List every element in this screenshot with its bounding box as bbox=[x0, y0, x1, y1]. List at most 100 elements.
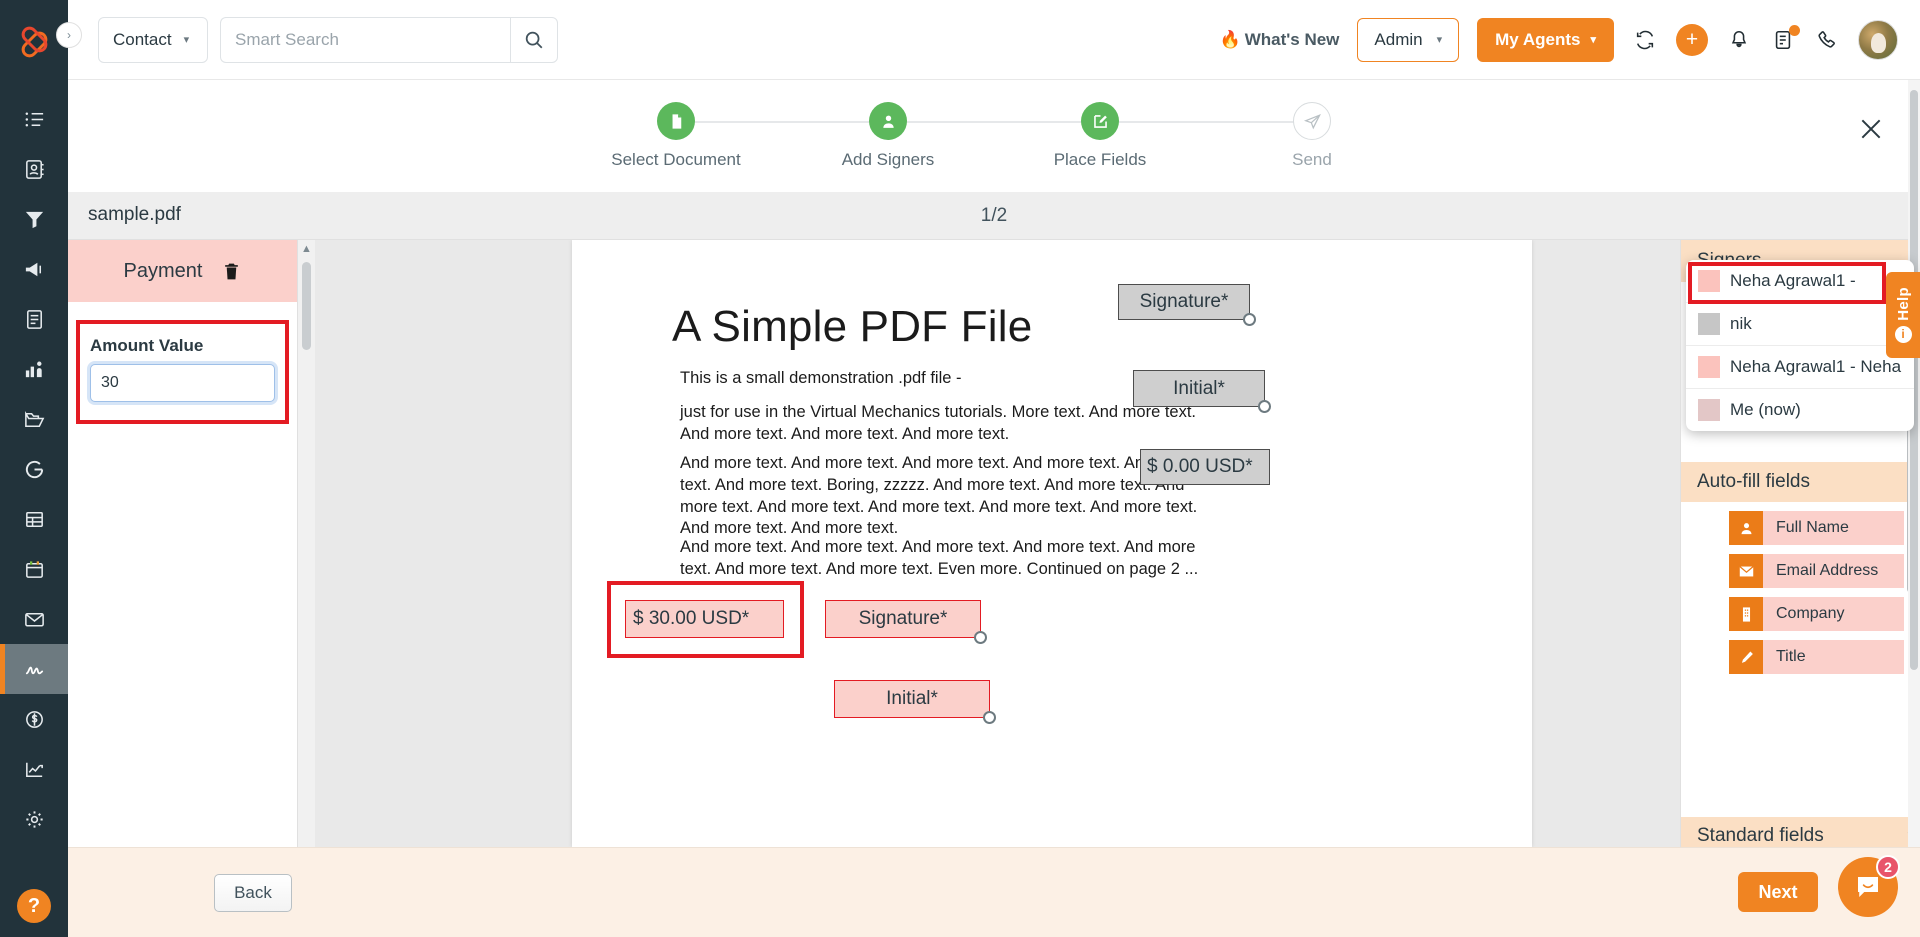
sidebar-item-tables[interactable] bbox=[0, 494, 68, 544]
resize-handle[interactable] bbox=[1258, 400, 1271, 413]
signer-dropdown-selected[interactable]: Neha Agrawal1 - ▴ bbox=[1686, 260, 1914, 302]
tasks-button[interactable] bbox=[1770, 24, 1800, 53]
edit-square-icon bbox=[1093, 114, 1107, 128]
help-button[interactable]: ? bbox=[17, 889, 51, 923]
field-payment-zero[interactable]: $ 0.00 USD* bbox=[1140, 449, 1270, 485]
field-payment-selected[interactable]: $ 30.00 USD* bbox=[625, 600, 784, 638]
autofill-item-title[interactable]: Title bbox=[1729, 640, 1904, 674]
search-input[interactable] bbox=[220, 16, 510, 63]
autofill-item-full-name[interactable]: Full Name bbox=[1729, 511, 1904, 545]
autofill-panel-title: Auto-fill fields bbox=[1681, 462, 1920, 502]
sidebar-item-reports[interactable] bbox=[0, 344, 68, 394]
sidebar-item-settings[interactable] bbox=[0, 794, 68, 844]
amount-value-highlight: Amount Value bbox=[76, 320, 289, 424]
step-label: Send bbox=[1292, 150, 1332, 169]
signer-option-me-now[interactable]: Me (now) bbox=[1686, 388, 1914, 431]
workspace: Payment Amount Value ▲ A Simple PDF File… bbox=[68, 240, 1920, 847]
delete-payment-field-button[interactable] bbox=[222, 261, 241, 282]
trash-icon bbox=[225, 263, 239, 279]
resize-handle[interactable] bbox=[974, 631, 987, 644]
pdf-title: A Simple PDF File bbox=[672, 302, 1033, 351]
field-signature-gray[interactable]: Signature* bbox=[1118, 284, 1256, 326]
expand-sidebar-button[interactable]: › bbox=[56, 22, 82, 48]
close-wizard-button[interactable] bbox=[1856, 114, 1886, 144]
signer-option-nik[interactable]: nik bbox=[1686, 302, 1914, 345]
pen-icon bbox=[1729, 640, 1763, 674]
admin-select[interactable]: Admin ▾ bbox=[1357, 17, 1460, 62]
bell-icon bbox=[1731, 30, 1747, 47]
sidebar-item-files[interactable] bbox=[0, 394, 68, 444]
field-initial-pink[interactable]: Initial* bbox=[834, 680, 996, 724]
notifications-button[interactable] bbox=[1726, 27, 1752, 53]
scrollbar-thumb[interactable] bbox=[302, 262, 311, 350]
signer-option-label: nik bbox=[1730, 314, 1752, 333]
folder-icon bbox=[24, 410, 44, 427]
sidebar-item-google[interactable] bbox=[0, 444, 68, 494]
sidebar-item-funnel[interactable] bbox=[0, 194, 68, 244]
sidebar-item-campaigns[interactable] bbox=[0, 244, 68, 294]
wizard-stepper-bar: Select Document Add Signers Place Fields bbox=[68, 80, 1920, 192]
sidebar-item-mail[interactable] bbox=[0, 594, 68, 644]
payment-panel-header: Payment bbox=[68, 240, 297, 302]
analytics-icon bbox=[25, 762, 43, 777]
payment-panel-title: Payment bbox=[123, 259, 203, 282]
resize-handle[interactable] bbox=[1243, 313, 1256, 326]
resize-handle[interactable] bbox=[983, 711, 996, 724]
autofill-item-email-address[interactable]: Email Address bbox=[1729, 554, 1904, 588]
signer-color-swatch bbox=[1698, 270, 1720, 292]
list-icon bbox=[25, 112, 43, 126]
sidebar-item-payments[interactable] bbox=[0, 694, 68, 744]
step-send[interactable]: Send bbox=[1206, 102, 1418, 170]
next-button[interactable]: Next bbox=[1738, 872, 1818, 912]
sidebar-item-analytics[interactable] bbox=[0, 744, 68, 794]
form-icon bbox=[26, 309, 42, 329]
autofill-label: Title bbox=[1763, 640, 1904, 674]
sidebar-item-contacts[interactable] bbox=[0, 144, 68, 194]
amount-value-input[interactable] bbox=[90, 364, 275, 402]
phone-button[interactable] bbox=[1814, 27, 1840, 53]
signer-option-neha[interactable]: Neha Agrawal1 - Neha bbox=[1686, 345, 1914, 388]
sidebar-item-forms[interactable] bbox=[0, 294, 68, 344]
avatar[interactable] bbox=[1858, 19, 1898, 60]
signer-color-swatch bbox=[1698, 356, 1720, 379]
signer-color-swatch bbox=[1698, 313, 1720, 335]
step-place-fields[interactable]: Place Fields bbox=[994, 102, 1312, 170]
document-filename: sample.pdf bbox=[88, 204, 181, 225]
chevron-down-icon: ▾ bbox=[1436, 34, 1443, 46]
sidebar-item-list[interactable] bbox=[0, 94, 68, 144]
pdf-paragraph: just for use in the Virtual Mechanics tu… bbox=[680, 403, 1197, 443]
contact-type-select[interactable]: Contact ▾ bbox=[98, 16, 208, 63]
chat-support-button[interactable]: 2 bbox=[1838, 855, 1900, 917]
refresh-button[interactable] bbox=[1632, 27, 1658, 53]
field-signature-pink[interactable]: Signature* bbox=[825, 600, 987, 644]
document-viewer[interactable]: A Simple PDF File This is a small demons… bbox=[315, 240, 1680, 847]
search-button[interactable] bbox=[510, 16, 558, 63]
field-label: Signature* bbox=[858, 608, 948, 629]
scroll-up-icon[interactable]: ▲ bbox=[298, 240, 315, 255]
payment-panel-scrollbar[interactable]: ▲ bbox=[297, 240, 315, 847]
signer-dropdown[interactable]: Neha Agrawal1 - ▴ nik Neha Agrawal1 - Ne… bbox=[1686, 260, 1914, 432]
chevron-down-icon: ▾ bbox=[1590, 34, 1596, 46]
page-scrollbar[interactable] bbox=[1908, 80, 1920, 937]
whats-new-button[interactable]: 🔥 What's New bbox=[1220, 30, 1340, 50]
field-label: Signature* bbox=[1139, 291, 1229, 312]
chevron-down-icon: ▾ bbox=[183, 34, 190, 46]
autofill-label: Company bbox=[1763, 597, 1904, 631]
step-select-document[interactable]: Select Document bbox=[570, 102, 888, 170]
page-indicator: 1/2 bbox=[980, 205, 1008, 226]
help-tab[interactable]: Help i bbox=[1886, 272, 1920, 358]
step-add-signers[interactable]: Add Signers bbox=[782, 102, 1100, 170]
header-actions: 🔥 What's New Admin ▾ My Agents ▾ + bbox=[1220, 17, 1898, 62]
autofill-item-company[interactable]: Company bbox=[1729, 597, 1904, 631]
signer-option-label: Neha Agrawal1 - Neha bbox=[1730, 357, 1902, 377]
pdf-page[interactable]: A Simple PDF File This is a small demons… bbox=[572, 240, 1532, 847]
my-agents-button[interactable]: My Agents ▾ bbox=[1477, 17, 1614, 62]
sidebar-item-esign[interactable] bbox=[0, 644, 68, 694]
step-label: Select Document bbox=[611, 150, 741, 169]
funnel-icon bbox=[25, 211, 43, 228]
sidebar-item-calendar[interactable] bbox=[0, 544, 68, 594]
field-initial-gray[interactable]: Initial* bbox=[1133, 370, 1271, 413]
back-button[interactable]: Back bbox=[214, 874, 292, 912]
add-button[interactable]: + bbox=[1676, 23, 1708, 56]
signer-selected-label: Neha Agrawal1 - bbox=[1730, 271, 1856, 290]
